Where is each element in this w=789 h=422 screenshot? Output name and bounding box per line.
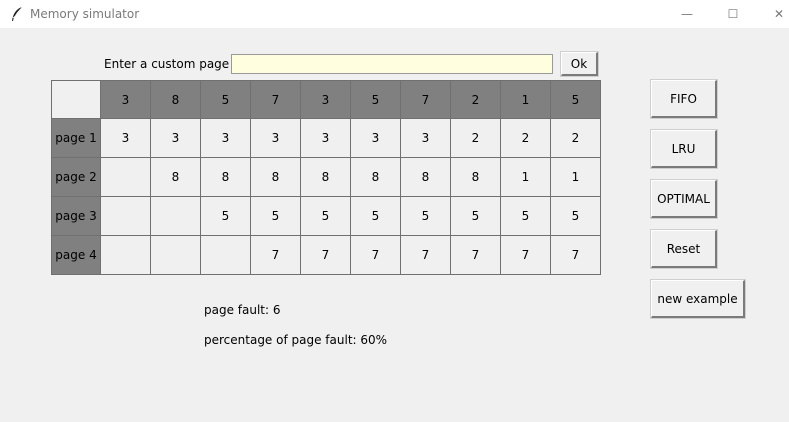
feather-icon	[12, 6, 23, 21]
ok-button[interactable]: Ok	[560, 51, 599, 77]
frame-cell: 8	[201, 158, 251, 197]
frame-cell	[101, 158, 151, 197]
frame-cell: 8	[351, 158, 401, 197]
frame-cell: 3	[151, 119, 201, 158]
page-row-label: page 1	[51, 119, 101, 158]
frame-cell	[101, 236, 151, 275]
frame-cell: 8	[251, 158, 301, 197]
minimize-button[interactable]: —	[664, 0, 710, 28]
frame-cell: 3	[251, 119, 301, 158]
frame-cell: 2	[501, 119, 551, 158]
page-fault-count: page fault: 6	[204, 303, 281, 317]
frame-cell: 3	[101, 119, 151, 158]
minimize-icon: —	[681, 7, 693, 21]
frame-cell: 3	[201, 119, 251, 158]
frame-cell: 7	[501, 236, 551, 275]
frame-cell: 5	[551, 197, 601, 236]
frame-cell: 5	[401, 197, 451, 236]
custom-page-list-label: Enter a custom page list	[104, 57, 251, 71]
maximize-icon: ☐	[727, 7, 739, 21]
frame-cell: 8	[451, 158, 501, 197]
frame-cell: 8	[151, 158, 201, 197]
frame-cell: 5	[451, 197, 501, 236]
frame-cell	[201, 236, 251, 275]
reference-header-cell: 8	[151, 80, 201, 119]
reference-header-cell: 2	[451, 80, 501, 119]
frame-cell: 3	[401, 119, 451, 158]
frame-cell	[101, 197, 151, 236]
reset-button[interactable]: Reset	[650, 229, 718, 269]
frame-cell: 5	[251, 197, 301, 236]
lru-button[interactable]: LRU	[650, 129, 718, 169]
page-row-label: page 2	[51, 158, 101, 197]
custom-page-list-input[interactable]	[231, 54, 553, 74]
frame-cell: 3	[301, 119, 351, 158]
frame-cell: 7	[251, 236, 301, 275]
frame-cell: 1	[501, 158, 551, 197]
page-row-label: page 4	[51, 236, 101, 275]
reference-header-cell: 5	[201, 80, 251, 119]
title-bar: Memory simulator — ☐ ✕	[0, 0, 789, 28]
reference-header-cell: 7	[401, 80, 451, 119]
frame-cell: 7	[401, 236, 451, 275]
frame-cell: 3	[351, 119, 401, 158]
fifo-button[interactable]: FIFO	[650, 79, 718, 119]
frame-cell: 8	[401, 158, 451, 197]
optimal-button[interactable]: OPTIMAL	[650, 179, 718, 219]
close-icon: ✕	[773, 7, 785, 21]
reference-header-cell: 1	[501, 80, 551, 119]
frame-cell: 5	[301, 197, 351, 236]
frame-cell	[151, 236, 201, 275]
page-fault-percentage: percentage of page fault: 60%	[204, 333, 388, 347]
reference-header-cell: 3	[101, 80, 151, 119]
frame-cell: 1	[551, 158, 601, 197]
reference-header-cell: 5	[351, 80, 401, 119]
page-row-label: page 3	[51, 197, 101, 236]
frame-cell: 5	[501, 197, 551, 236]
frame-cell: 5	[201, 197, 251, 236]
frame-cell	[151, 197, 201, 236]
new-example-button[interactable]: new example	[650, 279, 746, 319]
frame-cell: 2	[451, 119, 501, 158]
frame-cell: 2	[551, 119, 601, 158]
table-corner-cell	[51, 80, 101, 119]
frame-cell: 7	[551, 236, 601, 275]
page-table: 3 8 5 7 3 5 7 2 1 5 page 1 3 3 3 3 3 3 3 2 2 2 page 288888881…	[51, 80, 601, 275]
reference-header-cell: 7	[251, 80, 301, 119]
frame-cell: 7	[301, 236, 351, 275]
maximize-button[interactable]: ☐	[710, 0, 756, 28]
close-button[interactable]: ✕	[756, 0, 789, 28]
reference-header-cell: 3	[301, 80, 351, 119]
frame-cell: 7	[351, 236, 401, 275]
reference-header-cell: 5	[551, 80, 601, 119]
frame-cell: 5	[351, 197, 401, 236]
frame-cell: 8	[301, 158, 351, 197]
frame-cell: 7	[451, 236, 501, 275]
window-title: Memory simulator	[30, 7, 140, 21]
